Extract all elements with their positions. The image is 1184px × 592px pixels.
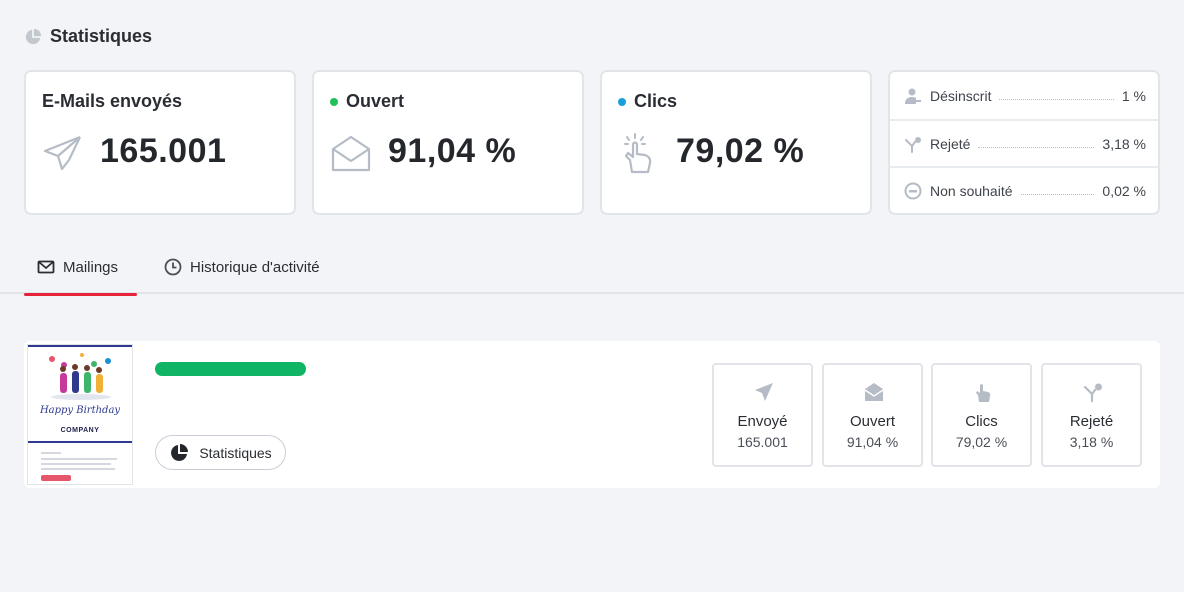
thumbnail-text-line [41,458,117,460]
thumbnail-headline: Happy Birthday [39,405,121,416]
leader-dots [978,140,1095,148]
pie-chart-icon [25,28,42,44]
thumbnail-brand: COMPANY [60,427,100,434]
pie-chart-icon [171,443,189,461]
send-progress-bar [155,362,306,376]
paper-plane-icon [755,383,773,401]
unsubscribed-row: Désinscrit 1 % [890,72,1158,119]
opened-label: Ouvert [346,91,405,111]
envelope-open-icon [331,135,371,172]
metric-bounced-label: Rejeté [1069,413,1114,430]
metric-bounced: Rejeté 3,18 % [1041,363,1142,467]
status-dot-blue [618,97,626,106]
opened-stat-card: Ouvert 91,04 % [312,70,584,215]
statistics-button[interactable]: Statistiques [155,435,286,470]
leader-dots [999,92,1114,100]
sent-stat-card: E-Mails envoyés 165.001 [24,70,296,215]
thumbnail-text-line [41,468,115,470]
thumbnail-text-line [41,452,61,454]
tab-bar: Mailings Historique d'activité [0,240,1184,296]
statistics-button-label: Statistiques [199,444,272,461]
opened-value: 91,04 % [388,132,517,170]
unwanted-label: Non souhaité [930,182,1013,199]
mailing-card: Happy Birthday COMPANY Statistiques Envo… [24,341,1160,488]
clicks-label-wrap: Clics [618,91,677,112]
user-minus-icon [905,88,921,104]
bounced-row: Rejeté 3,18 % [890,119,1158,166]
thumbnail-text-line [41,463,111,465]
bounced-value: 3,18 % [1102,135,1146,152]
unsubscribed-value: 1 % [1121,87,1146,104]
metric-bounced-value: 3,18 % [1069,434,1114,450]
bounced-label: Rejeté [930,135,971,152]
tab-mailings-label: Mailings [62,258,119,276]
metric-sent-label: Envoyé [737,413,788,430]
secondary-stats-card: Désinscrit 1 % Rejeté 3,18 % Non souhait… [888,70,1160,215]
metric-clicks-label: Clics [965,413,998,430]
block-icon [904,182,922,199]
paper-plane-icon [43,135,81,171]
page-title: Statistiques [24,26,152,47]
status-dot-green [330,97,338,106]
sent-label: E-Mails envoyés [42,91,183,111]
metric-sent-value: 165.001 [737,434,788,450]
hand-pointer-icon [976,384,991,402]
clock-icon [164,258,182,276]
metric-clicks: Clics 79,02 % [931,363,1032,467]
tab-activity-history[interactable]: Historique d'activité [164,240,320,294]
metric-opened-value: 91,04 % [846,434,899,450]
thumbnail-top-bar [28,345,132,347]
metric-opened: Ouvert 91,04 % [822,363,923,467]
hand-pointer-icon [624,133,652,174]
bounce-icon [1083,383,1102,403]
sent-value: 165.001 [100,132,227,170]
thumbnail-cta [41,475,71,481]
mail-icon [37,260,55,274]
metric-clicks-value: 79,02 % [955,434,1008,450]
unsubscribed-label: Désinscrit [930,87,992,104]
tab-mailings[interactable]: Mailings [24,240,137,296]
metric-sent: Envoyé 165.001 [712,363,813,467]
tab-activity-history-label: Historique d'activité [190,258,320,276]
party-illustration-icon [49,353,111,400]
unwanted-row: Non souhaité 0,02 % [890,166,1158,213]
thumbnail-divider [28,441,132,443]
unwanted-value: 0,02 % [1102,182,1146,199]
clicks-label: Clics [634,91,678,111]
mailing-thumbnail[interactable]: Happy Birthday COMPANY [27,344,133,485]
opened-label-wrap: Ouvert [330,91,404,112]
leader-dots [1020,187,1095,195]
clicks-stat-card: Clics 79,02 % [600,70,872,215]
page-title-text: Statistiques [50,26,153,46]
metric-opened-label: Ouvert [849,413,895,430]
clicks-value: 79,02 % [676,132,805,170]
bounce-icon [905,136,921,153]
envelope-icon [864,383,884,401]
